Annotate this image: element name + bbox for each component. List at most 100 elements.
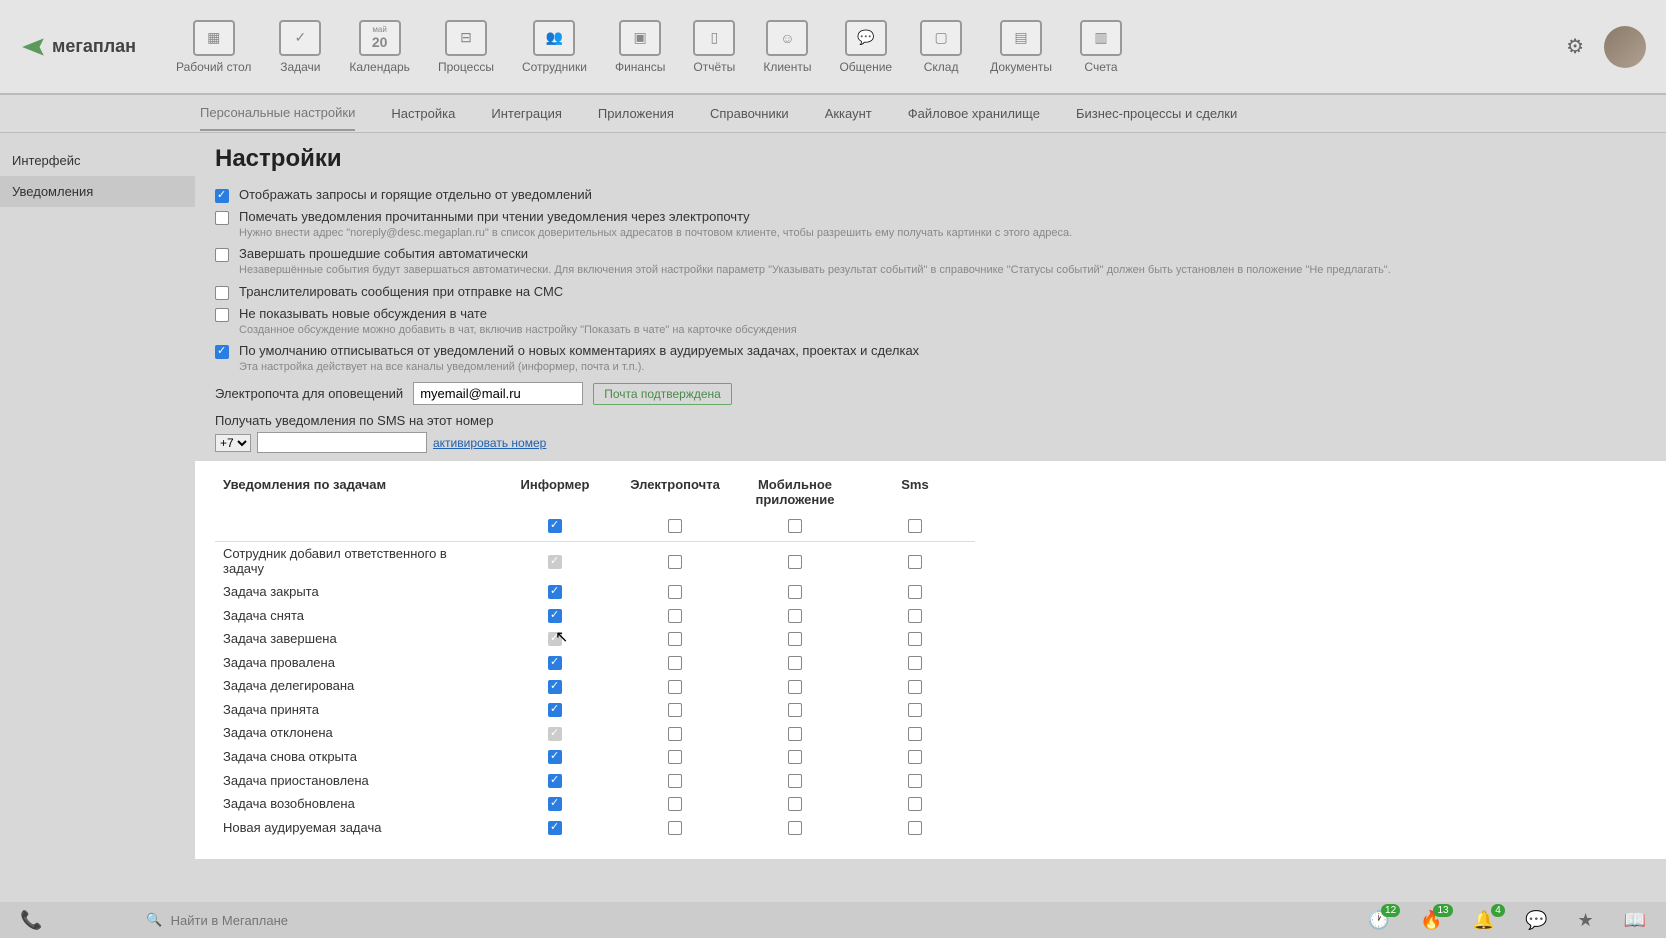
notify-checkbox[interactable] [788,774,802,788]
notify-checkbox[interactable] [908,609,922,623]
subnav-item[interactable]: Персональные настройки [200,96,355,131]
notify-checkbox[interactable] [788,656,802,670]
subnav-item[interactable]: Справочники [710,97,789,130]
notify-checkbox[interactable] [668,656,682,670]
nav-dashboard[interactable]: ▦Рабочий стол [176,20,251,74]
notify-checkbox[interactable] [788,609,802,623]
subnav-item[interactable]: Приложения [598,97,674,130]
search-input[interactable] [171,913,411,928]
notify-checkbox[interactable] [548,774,562,788]
option-checkbox[interactable] [215,345,229,359]
notify-checkbox[interactable] [548,609,562,623]
email-input[interactable] [413,382,583,405]
notify-checkbox[interactable] [908,585,922,599]
nav-safe[interactable]: ▣Финансы [615,20,665,74]
logo[interactable]: мегаплан [20,34,136,60]
notify-checkbox[interactable] [908,797,922,811]
subnav-item[interactable]: Настройка [391,97,455,130]
notify-checkbox[interactable] [908,519,922,533]
nav-check[interactable]: ✓Задачи [279,20,321,74]
notify-checkbox[interactable] [668,821,682,835]
notify-checkbox[interactable] [668,632,682,646]
nav-label: Отчёты [693,60,735,74]
notify-checkbox[interactable] [788,797,802,811]
notify-checkbox[interactable] [548,703,562,717]
count-badge: 12 [1381,904,1400,917]
option-checkbox[interactable] [215,211,229,225]
sms-country-code[interactable]: +7 [215,434,251,452]
subnav-item[interactable]: Аккаунт [825,97,872,130]
notify-checkbox[interactable] [668,774,682,788]
notify-checkbox[interactable] [668,585,682,599]
sidebar-item[interactable]: Уведомления [0,176,195,207]
notify-checkbox[interactable] [668,727,682,741]
subnav-item[interactable]: Бизнес-процессы и сделки [1076,97,1237,130]
notify-checkbox[interactable] [788,585,802,599]
avatar[interactable] [1604,26,1646,68]
notify-checkbox[interactable] [548,797,562,811]
notify-checkbox[interactable] [908,555,922,569]
option-checkbox[interactable] [215,308,229,322]
notify-checkbox[interactable] [908,821,922,835]
option-checkbox[interactable] [215,286,229,300]
notify-checkbox[interactable] [788,680,802,694]
notify-checkbox[interactable] [668,609,682,623]
table-row: Задача провалена [215,650,975,674]
nav-flow[interactable]: ⊟Процессы [438,20,494,74]
nav-calendar[interactable]: май20Календарь [349,20,410,74]
notify-checkbox[interactable] [788,727,802,741]
notify-checkbox[interactable] [788,519,802,533]
nav-chat[interactable]: 💬Общение [839,20,892,74]
notify-checkbox[interactable] [548,750,562,764]
clock-icon[interactable]: 🕐12 [1368,910,1390,931]
notify-checkbox[interactable] [908,632,922,646]
book-icon[interactable]: 📖 [1624,910,1646,931]
notify-checkbox[interactable] [668,680,682,694]
star-icon[interactable]: ★ [1577,910,1593,931]
nav-invoice[interactable]: ▥Счета [1080,20,1122,74]
notify-checkbox[interactable] [788,821,802,835]
notify-checkbox[interactable] [548,680,562,694]
msg-icon[interactable]: 💬 [1525,910,1547,931]
notify-checkbox[interactable] [788,750,802,764]
bell-icon[interactable]: 🔔4 [1473,910,1495,931]
notify-checkbox[interactable] [548,656,562,670]
notify-checkbox[interactable] [908,774,922,788]
notify-checkbox[interactable] [908,727,922,741]
notify-checkbox[interactable] [668,750,682,764]
nav-chart[interactable]: ▯Отчёты [693,20,735,74]
notify-checkbox[interactable] [788,632,802,646]
notify-checkbox[interactable] [668,519,682,533]
notify-checkbox[interactable] [908,680,922,694]
table-row: Задача завершена [215,627,975,651]
phone-icon[interactable]: 📞 [20,910,42,931]
row-label: Задача закрыта [215,580,495,604]
nav-client[interactable]: ☺Клиенты [763,20,811,74]
notify-checkbox[interactable] [668,797,682,811]
table-col-header: Информер [495,471,615,513]
option-checkbox[interactable] [215,189,229,203]
nav-label: Клиенты [763,60,811,74]
notify-checkbox[interactable] [548,821,562,835]
subnav-item[interactable]: Файловое хранилище [908,97,1040,130]
notify-checkbox[interactable] [788,703,802,717]
notify-checkbox[interactable] [908,656,922,670]
notify-checkbox[interactable] [548,519,562,533]
notify-checkbox[interactable] [908,750,922,764]
notify-checkbox[interactable] [788,555,802,569]
notify-checkbox[interactable] [668,703,682,717]
fire-icon[interactable]: 🔥13 [1420,910,1442,931]
sms-number-input[interactable] [257,432,427,453]
content: Настройки Отображать запросы и горящие о… [195,133,1666,902]
notify-checkbox[interactable] [908,703,922,717]
notify-checkbox[interactable] [668,555,682,569]
notify-checkbox[interactable] [548,585,562,599]
nav-people[interactable]: 👥Сотрудники [522,20,587,74]
subnav-item[interactable]: Интеграция [491,97,562,130]
sidebar-item[interactable]: Интерфейс [0,145,195,176]
nav-box[interactable]: ▢Склад [920,20,962,74]
bottom-bar: 📞 🔍 🕐12🔥13🔔4💬★📖 [0,902,1666,938]
nav-docs[interactable]: ▤Документы [990,20,1052,74]
sms-activate-link[interactable]: активировать номер [433,436,546,450]
gear-icon[interactable]: ⚙ [1566,34,1584,59]
